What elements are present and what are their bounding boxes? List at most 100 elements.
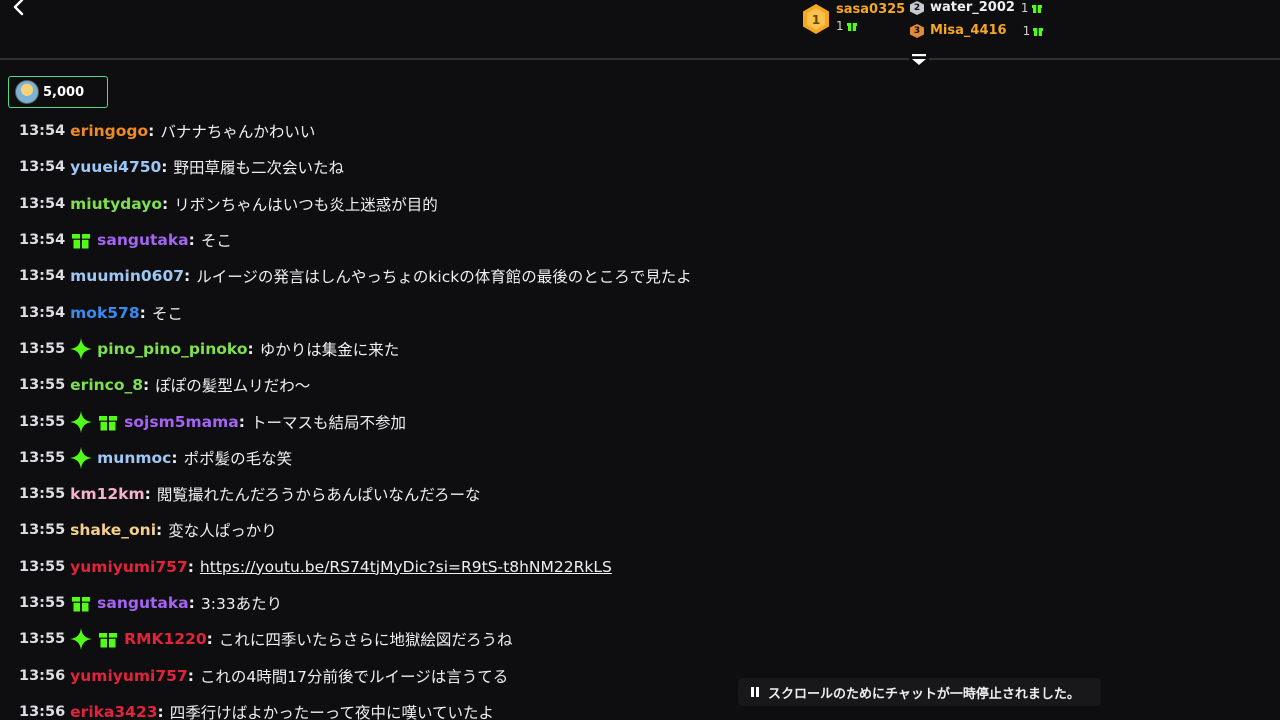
message-text: トーマスも結局不参加 (250, 413, 406, 432)
message-username[interactable]: RMK1220 (124, 630, 207, 648)
gift-icon (846, 23, 857, 31)
message-timestamp: 13:55 (19, 486, 66, 503)
gift-subscriber-icon (97, 628, 119, 650)
message-username[interactable]: sojsm5mama (124, 413, 239, 431)
pause-icon (751, 687, 759, 697)
back-button[interactable] (8, 0, 30, 18)
leaderboard-third[interactable]: 3 Misa_4416 1 (910, 23, 1044, 39)
message-username[interactable]: munmoc (97, 449, 171, 467)
message-username[interactable]: eringogo (70, 122, 148, 140)
rank-2-badge: 2 (910, 1, 924, 15)
gold-medal-rank: 1 (812, 13, 820, 27)
message-username[interactable]: sangutaka (97, 231, 189, 249)
message-text: 野田草履も二次会いたね (173, 159, 345, 178)
expand-leaderboard-button[interactable] (909, 52, 929, 68)
chat-message: 13:54 sangutaka: そこ (19, 222, 1259, 258)
username-separator: : (206, 630, 213, 649)
chat-message: 13:54 muumin0607: ルイージの発言はしんやっちょのkickの体育館の… (19, 258, 1259, 294)
chat-message: 13:55 erinco_8: ぽぽの髪型ムリだわ〜 (19, 367, 1259, 403)
avatar (15, 80, 39, 104)
chat-message: 13:55 sangutaka:3:33あたり (19, 585, 1259, 621)
gold-medal-icon: 1 (803, 4, 829, 34)
chat-message: 13:54 yuuei4750: 野田草履も二次会いたね (19, 149, 1259, 185)
username-separator: : (156, 521, 163, 540)
message-username[interactable]: yumiyumi757 (70, 667, 188, 685)
username-separator: : (162, 194, 169, 213)
message-link[interactable]: https://youtu.be/RS74tjMyDic?si=R9tS-t8h… (200, 558, 612, 576)
chat-message: 13:54 mok578: そこ (19, 294, 1259, 330)
message-text: そこ (151, 304, 183, 323)
sparkle-badge-icon (70, 446, 93, 469)
message-username[interactable]: yuuei4750 (70, 158, 161, 176)
leaderboard-second[interactable]: 2 water_2002 1 (910, 0, 1042, 16)
message-timestamp: 13:54 (19, 195, 66, 212)
chat-message: 13:55 km12km: 閲覧撮れたんだろうからあんぱいなんだろーな (19, 476, 1259, 512)
username-separator: : (148, 122, 155, 141)
chat-paused-notice[interactable]: スクロールのためにチャットが一時停止されました。 (738, 678, 1101, 706)
sparkle-badge-icon (70, 337, 93, 360)
message-text: ぽぽの髪型ムリだわ〜 (155, 377, 311, 396)
gift-subscriber-icon (97, 411, 119, 433)
username-separator: : (188, 231, 195, 250)
username-separator: : (157, 702, 164, 720)
pinned-gift-amount: 5,000 (43, 84, 85, 100)
message-timestamp: 13:55 (19, 449, 66, 466)
message-text: ルイージの発言はしんやっちょのkickの体育館の最後のところで見たよ (196, 268, 692, 287)
message-text: そこ (200, 232, 232, 251)
message-text: 閲覧撮れたんだろうからあんぱいなんだろーな (156, 486, 481, 505)
message-timestamp: 13:54 (19, 304, 66, 321)
message-timestamp: 13:54 (19, 268, 66, 285)
message-text: リボンちゃんはいつも炎上迷惑が目的 (174, 195, 438, 214)
message-username[interactable]: muumin0607 (70, 267, 184, 285)
message-timestamp: 13:54 (19, 159, 66, 176)
message-timestamp: 13:55 (19, 558, 66, 575)
chat-message: 13:55 munmoc: ポポ髪の毛な笑 (19, 440, 1259, 476)
username-separator: : (238, 412, 245, 431)
chevron-left-icon (13, 0, 24, 16)
pinned-gift-badge[interactable]: 5,000 (8, 76, 108, 108)
expand-down-icon (912, 54, 926, 65)
sparkle-badge-icon (70, 410, 93, 433)
message-text: ゆかりは集金に来た (259, 340, 400, 359)
chat-message-list: 13:54 eringogo: バナナちゃんかわいい 13:54 yuuei4750: 野… (19, 113, 1259, 720)
message-username[interactable]: yumiyumi757 (70, 558, 188, 576)
message-timestamp: 13:55 (19, 595, 66, 611)
message-text: 四季行けばよかったーって夜中に嘆いていたよ (169, 703, 495, 720)
message-timestamp: 13:55 (19, 340, 66, 357)
message-username[interactable]: mok578 (70, 304, 139, 322)
username-separator: : (188, 594, 195, 612)
message-timestamp: 13:55 (19, 413, 66, 430)
message-username[interactable]: shake_oni (70, 521, 156, 539)
message-username[interactable]: erinco_8 (70, 376, 143, 394)
username-separator: : (143, 376, 150, 395)
message-username[interactable]: sangutaka (97, 594, 189, 612)
message-timestamp: 13:54 (19, 123, 66, 140)
message-text: バナナちゃんかわいい (160, 123, 316, 142)
leaderboard-second-count: 1 (1020, 1, 1029, 15)
message-username[interactable]: pino_pino_pinoko (97, 340, 247, 358)
message-username[interactable]: erika3423 (70, 703, 157, 720)
message-text: ポポ髪の毛な笑 (183, 449, 293, 468)
gift-subscriber-icon (70, 592, 92, 614)
chat-message: 13:55 yumiyumi757: https://youtu.be/RS74tj… (19, 549, 1259, 585)
username-separator: : (139, 303, 146, 322)
gift-icon (1033, 28, 1044, 36)
message-timestamp: 13:56 (19, 703, 66, 720)
message-username[interactable]: miutydayo (70, 195, 162, 213)
username-separator: : (161, 158, 168, 177)
leaderboard-second-name: water_2002 (930, 0, 1015, 15)
username-separator: : (187, 666, 194, 685)
message-timestamp: 13:55 (19, 522, 66, 539)
username-separator: : (187, 557, 194, 576)
message-username[interactable]: km12km (70, 485, 145, 503)
gift-subscriber-icon (70, 229, 92, 251)
chat-message: 13:54 miutydayo: リボンちゃんはいつも炎上迷惑が目的 (19, 186, 1259, 222)
message-text: 変な人ぱっかり (168, 522, 277, 541)
username-separator: : (144, 485, 151, 504)
message-timestamp: 13:54 (19, 232, 66, 249)
header-divider (0, 58, 1280, 60)
leaderboard-first[interactable]: 1 sasa0325 1 (802, 2, 905, 34)
chat-paused-text: スクロールのためにチャットが一時停止されました。 (768, 686, 1080, 702)
chat-message: 13:55 pino_pino_pinoko: ゆかりは集金に来た (19, 331, 1259, 367)
leaderboard-third-name: Misa_4416 (930, 23, 1007, 38)
